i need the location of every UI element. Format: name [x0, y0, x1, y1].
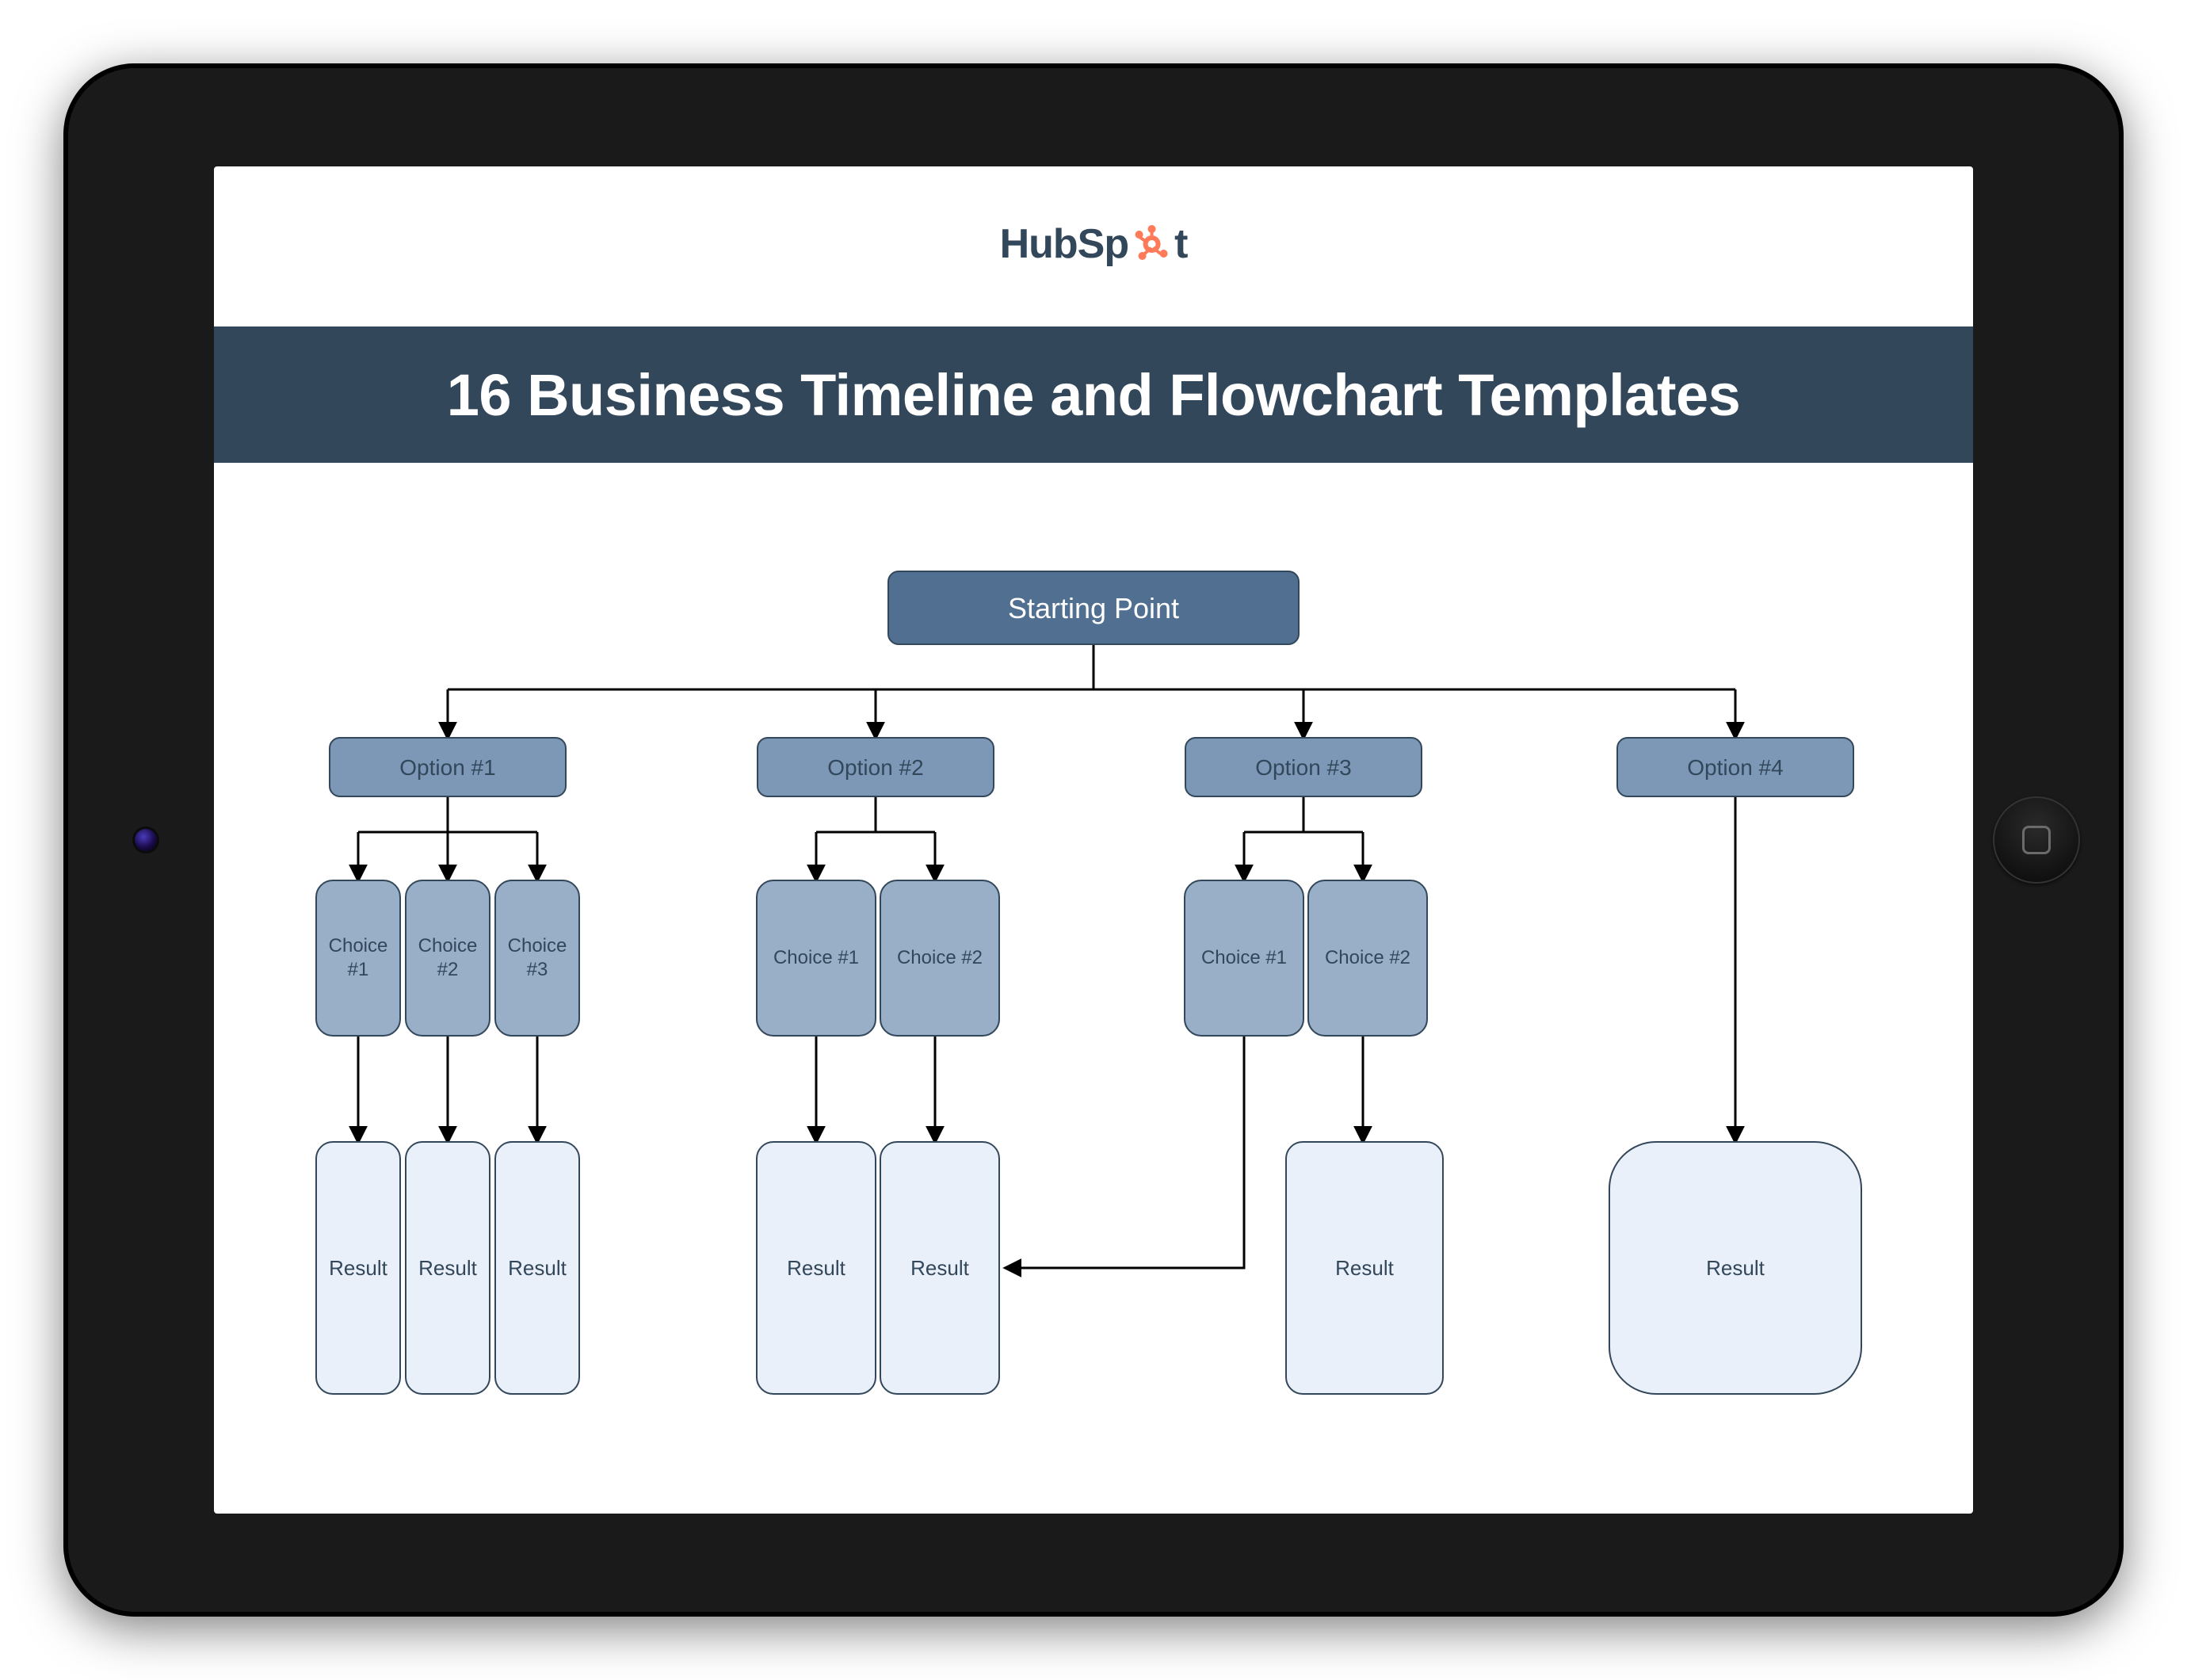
brand-name-suffix: t: [1174, 220, 1187, 268]
choice-node: Choice #2: [405, 880, 490, 1037]
result-node: Result: [756, 1141, 876, 1395]
tablet-frame: HubSp t: [63, 63, 2124, 1617]
result-node: Result: [880, 1141, 1000, 1395]
result-node: Result: [405, 1141, 490, 1395]
brand-logo: HubSp t: [1000, 220, 1188, 268]
start-node-label: Starting Point: [1008, 590, 1179, 626]
sprocket-icon: [1132, 224, 1171, 264]
choice-node: Choice #1: [315, 880, 401, 1037]
home-button[interactable]: [1993, 796, 2080, 884]
choice-label: Choice #1: [317, 934, 399, 982]
result-node: Result: [1285, 1141, 1444, 1395]
option-node-2: Option #2: [757, 737, 994, 797]
option-node-4: Option #4: [1616, 737, 1854, 797]
camera-icon: [135, 829, 157, 851]
screen: HubSp t: [214, 166, 1973, 1514]
option-label: Option #1: [399, 754, 495, 781]
choice-node: Choice #2: [1307, 880, 1428, 1037]
start-node: Starting Point: [887, 571, 1300, 645]
result-label: Result: [1706, 1255, 1765, 1281]
option-label: Option #4: [1687, 754, 1783, 781]
choice-node: Choice #1: [1184, 880, 1304, 1037]
choice-label: Choice #2: [897, 946, 983, 970]
option-node-1: Option #1: [329, 737, 567, 797]
choice-node: Choice #2: [880, 880, 1000, 1037]
option-node-3: Option #3: [1185, 737, 1422, 797]
option-label: Option #2: [827, 754, 923, 781]
choice-node: Choice #3: [494, 880, 580, 1037]
choice-label: Choice #2: [406, 934, 489, 982]
choice-label: Choice #1: [773, 946, 859, 970]
brand-name-prefix: HubSp: [1000, 220, 1129, 268]
result-label: Result: [1335, 1255, 1394, 1281]
result-node: Result: [315, 1141, 401, 1395]
result-label: Result: [787, 1255, 845, 1281]
title-bar: 16 Business Timeline and Flowchart Templ…: [214, 326, 1973, 463]
result-label: Result: [329, 1255, 387, 1281]
flowchart-diagram: Starting Point Option #1 Option #2 Optio…: [214, 507, 1973, 1514]
result-label: Result: [508, 1255, 567, 1281]
choice-label: Choice #3: [496, 934, 578, 982]
page-title: 16 Business Timeline and Flowchart Templ…: [447, 361, 1741, 429]
choice-node: Choice #1: [756, 880, 876, 1037]
result-label: Result: [418, 1255, 477, 1281]
option-label: Option #3: [1255, 754, 1351, 781]
choice-label: Choice #1: [1201, 946, 1287, 970]
result-label: Result: [910, 1255, 969, 1281]
result-node: Result: [1609, 1141, 1862, 1395]
choice-label: Choice #2: [1325, 946, 1410, 970]
result-node: Result: [494, 1141, 580, 1395]
